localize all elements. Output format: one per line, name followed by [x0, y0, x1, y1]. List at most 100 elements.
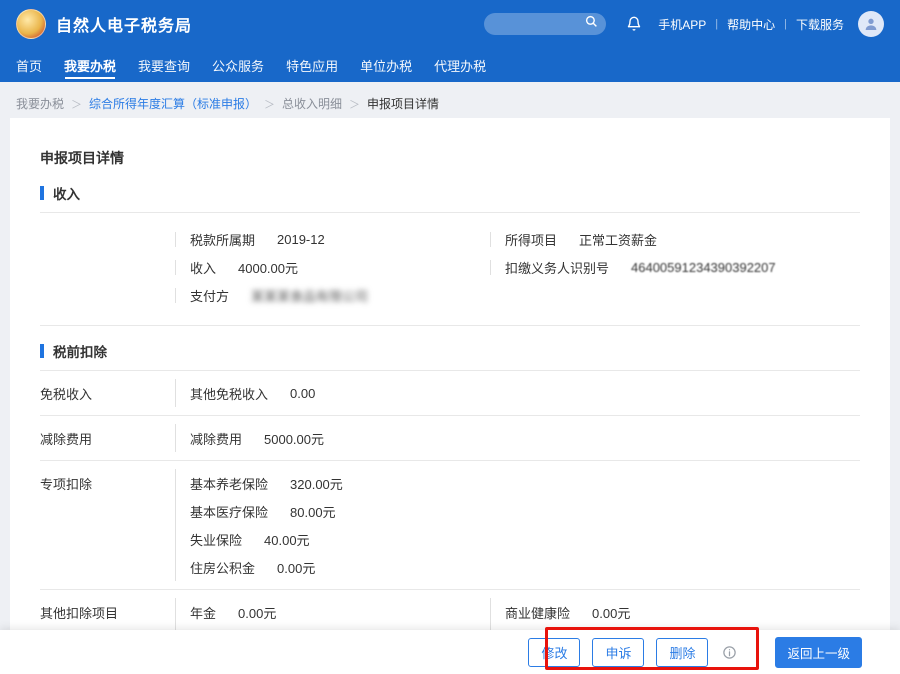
download-service-link[interactable]: 下载服务	[796, 16, 844, 33]
top-header: 自然人电子税务局 手机APP | 帮助中心 | 下载服务	[0, 0, 900, 48]
field-value: 0.00元	[238, 603, 276, 622]
deduction-item: 基本医疗保险 80.00元	[190, 497, 490, 525]
link-separator: |	[784, 18, 787, 30]
link-separator: |	[715, 18, 718, 30]
field-label: 商业健康险	[505, 603, 570, 622]
deductions-section-title: 税前扣除	[53, 341, 107, 361]
field-cell: 减除费用 5000.00元	[175, 424, 490, 452]
income-row: 税款所属期 2019-12 所得项目 正常工资薪金	[40, 225, 860, 253]
deduction-category: 免税收入	[40, 379, 175, 407]
breadcrumb-separator: ＞	[71, 96, 82, 112]
site-title: 自然人电子税务局	[56, 12, 192, 36]
deduction-row: 免税收入 其他免税收入 0.00	[40, 371, 860, 416]
deduction-category: 其他扣除项目	[40, 598, 175, 626]
site-logo-icon	[16, 9, 46, 39]
modify-button[interactable]: 修改	[528, 638, 580, 667]
breadcrumb-item[interactable]: 我要办税	[16, 95, 64, 112]
nav-item-query[interactable]: 我要查询	[138, 48, 190, 82]
mobile-app-link[interactable]: 手机APP	[658, 16, 706, 33]
deduction-item: 失业保险 40.00元	[190, 525, 490, 553]
field-value: 正常工资薪金	[579, 230, 657, 249]
nav-item-company-tax[interactable]: 单位办税	[360, 48, 412, 82]
field-value: 0.00	[290, 386, 315, 401]
section-accent-bar	[40, 344, 44, 358]
field-value: 4000.00元	[238, 258, 298, 277]
nav-item-public-service[interactable]: 公众服务	[212, 48, 264, 82]
nav-item-tax-handling[interactable]: 我要办税	[64, 48, 116, 82]
page: 自然人电子税务局 手机APP | 帮助中心 | 下载服务	[0, 0, 900, 674]
deduction-item: 减除费用 5000.00元	[190, 424, 490, 452]
page-title: 申报项目详情	[40, 148, 860, 168]
field-cell: 基本养老保险 320.00元 基本医疗保险 80.00元 失业保险 40.00元…	[175, 469, 490, 581]
main-nav: 首页 我要办税 我要查询 公众服务 特色应用 单位办税 代理办税	[0, 48, 900, 82]
income-section-header: 收入	[40, 184, 860, 202]
action-footer: 修改 申诉 删除 返回上一级	[0, 630, 900, 674]
breadcrumb-separator: ＞	[349, 96, 360, 112]
field-value: 40.00元	[264, 530, 310, 549]
deduction-item: 住房公积金 0.00元	[190, 553, 490, 581]
income-rows: 税款所属期 2019-12 所得项目 正常工资薪金 收入 4000.00元 扣缴…	[40, 225, 860, 309]
field-value: 0.00元	[592, 603, 630, 622]
appeal-button[interactable]: 申诉	[592, 638, 644, 667]
divider	[40, 212, 860, 213]
field-value-payer-redacted: 某某某食品有限公司	[251, 286, 368, 305]
field-label: 扣缴义务人识别号	[505, 258, 609, 277]
field-label: 年金	[190, 603, 216, 622]
info-icon[interactable]	[722, 645, 737, 660]
section-accent-bar	[40, 186, 44, 200]
help-center-link[interactable]: 帮助中心	[727, 16, 775, 33]
nav-item-agent-tax[interactable]: 代理办税	[434, 48, 486, 82]
deduction-category: 减除费用	[40, 424, 175, 452]
back-to-previous-button[interactable]: 返回上一级	[775, 637, 862, 668]
income-row: 支付方 某某某食品有限公司	[40, 281, 860, 309]
field-value: 320.00元	[290, 474, 343, 493]
user-avatar[interactable]	[858, 11, 884, 37]
deduction-item: 其他免税收入 0.00	[190, 379, 490, 407]
search-icon	[585, 15, 598, 33]
field-cell: 其他免税收入 0.00	[175, 379, 490, 407]
person-icon	[863, 16, 879, 32]
field-cell: 扣缴义务人识别号 46400591234390392207	[490, 260, 860, 275]
field-value: 0.00元	[277, 558, 315, 577]
breadcrumb-item[interactable]: 总收入明细	[282, 95, 342, 112]
field-label: 税款所属期	[190, 230, 255, 249]
field-cell: 税款所属期 2019-12	[175, 232, 490, 247]
field-label: 其他免税收入	[190, 384, 268, 403]
field-label: 失业保险	[190, 530, 242, 549]
deduction-row: 专项扣除 基本养老保险 320.00元 基本医疗保险 80.00元 失业保险 4…	[40, 461, 860, 590]
notification-bell-icon[interactable]	[626, 16, 642, 32]
field-label: 收入	[190, 258, 216, 277]
field-label: 支付方	[190, 286, 229, 305]
delete-button[interactable]: 删除	[656, 638, 708, 667]
deduction-row: 减除费用 减除费用 5000.00元	[40, 416, 860, 461]
field-value: 5000.00元	[264, 429, 324, 448]
field-label: 住房公积金	[190, 558, 255, 577]
field-cell: 所得项目 正常工资薪金	[490, 232, 860, 247]
breadcrumb-current: 申报项目详情	[367, 95, 439, 112]
field-label: 基本医疗保险	[190, 502, 268, 521]
breadcrumb-separator: ＞	[264, 96, 275, 112]
field-cell: 支付方 某某某食品有限公司	[175, 288, 490, 303]
deduction-item: 基本养老保险 320.00元	[190, 469, 490, 497]
field-value: 80.00元	[290, 502, 336, 521]
breadcrumb-item-link[interactable]: 综合所得年度汇算（标准申报）	[89, 95, 257, 112]
field-value-withholding-id: 46400591234390392207	[631, 260, 776, 275]
top-links: 手机APP | 帮助中心 | 下载服务	[658, 16, 844, 33]
income-row: 收入 4000.00元 扣缴义务人识别号 4640059123439039220…	[40, 253, 860, 281]
field-cell: 收入 4000.00元	[175, 260, 490, 275]
deduction-category: 专项扣除	[40, 469, 175, 497]
field-label: 基本养老保险	[190, 474, 268, 493]
field-label: 减除费用	[190, 429, 242, 448]
breadcrumb: 我要办税 ＞ 综合所得年度汇算（标准申报） ＞ 总收入明细 ＞ 申报项目详情	[0, 82, 900, 112]
nav-item-featured-apps[interactable]: 特色应用	[286, 48, 338, 82]
deduction-item: 商业健康险 0.00元	[505, 598, 860, 626]
field-label: 所得项目	[505, 230, 557, 249]
deduction-item: 年金 0.00元	[190, 598, 490, 626]
divider	[40, 325, 860, 326]
field-value: 2019-12	[277, 232, 325, 247]
search-input[interactable]	[484, 13, 606, 35]
deductions-section-header: 税前扣除	[40, 342, 860, 360]
detail-card: 申报项目详情 收入 税款所属期 2019-12 所得项目 正常工资薪金	[10, 118, 890, 674]
nav-item-home[interactable]: 首页	[16, 48, 42, 82]
income-section-title: 收入	[53, 183, 80, 203]
